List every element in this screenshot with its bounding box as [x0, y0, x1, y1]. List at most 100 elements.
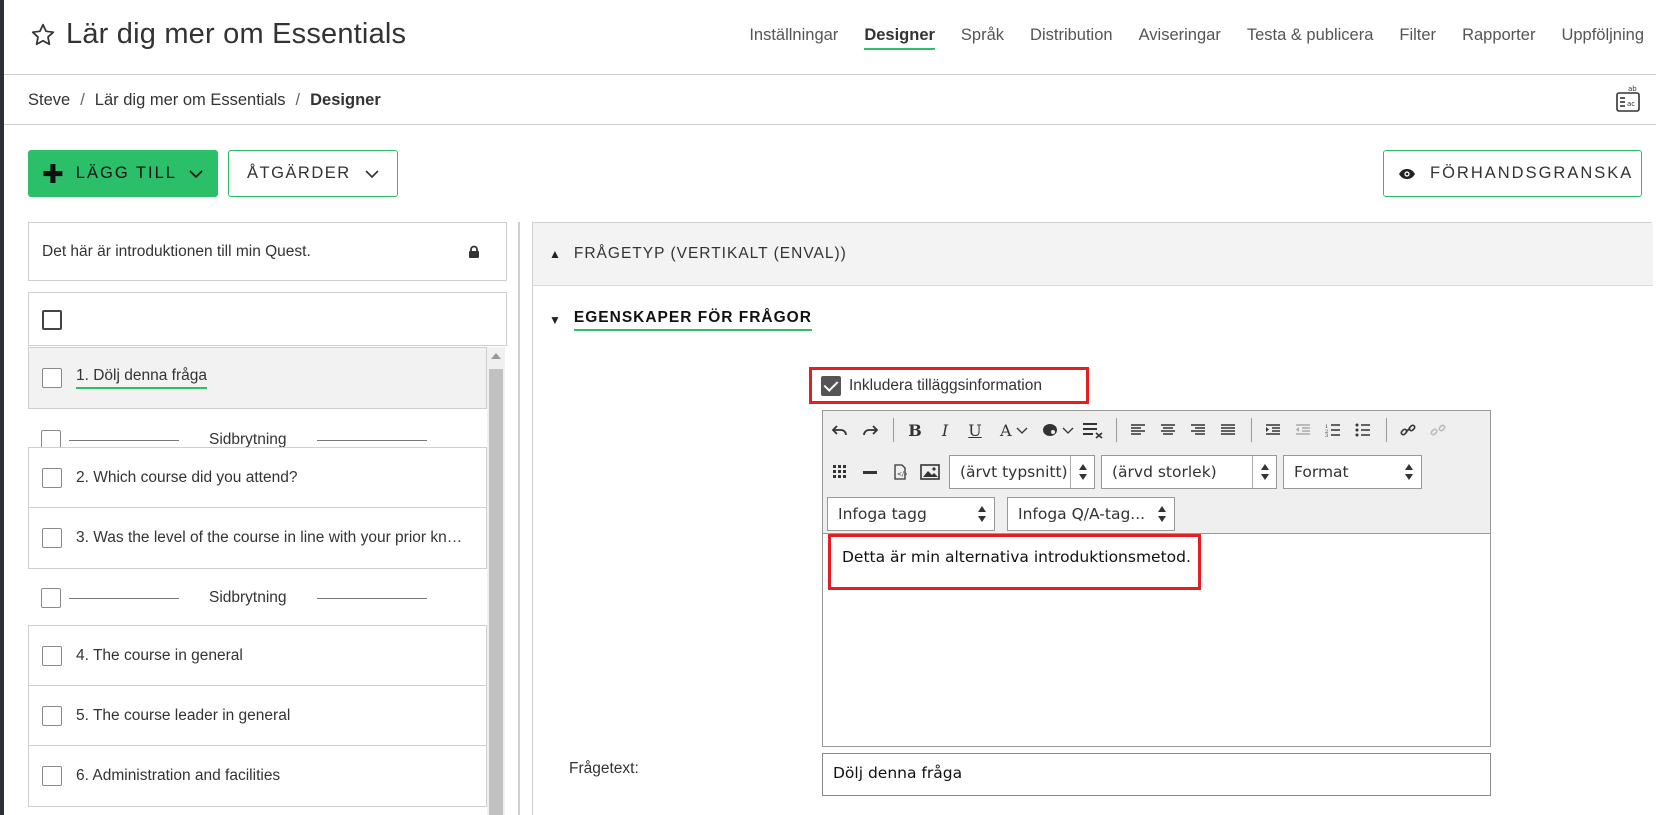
add-button-label: LÄGG TILL	[75, 164, 177, 182]
item-checkbox[interactable]	[42, 646, 62, 666]
item-checkbox[interactable]	[42, 706, 62, 726]
question-label: 5. The course leader in general	[76, 707, 291, 724]
panel-divider[interactable]	[518, 222, 520, 815]
toolbar-separator	[1385, 418, 1387, 442]
svg-text:</>: </>	[897, 471, 907, 478]
font-size-value: (ärvd storlek)	[1112, 463, 1217, 481]
toolbar-row-tags: Infoga tagg Infoga Q/A-tag...	[827, 497, 1181, 531]
item-checkbox[interactable]	[42, 528, 62, 548]
format-select[interactable]: Format	[1283, 455, 1422, 489]
table-icon[interactable]	[829, 460, 851, 484]
italic-icon[interactable]: I	[934, 418, 956, 442]
add-button[interactable]: ✚ LÄGG TILL	[28, 150, 218, 197]
align-right-icon[interactable]	[1187, 418, 1209, 442]
list-item[interactable]: 4. The course in general	[28, 625, 487, 687]
item-checkbox[interactable]	[41, 588, 61, 608]
question-label: 3. Was the level of the course in line w…	[76, 529, 464, 546]
nav-filter[interactable]: Filter	[1399, 26, 1436, 50]
spinner-arrows-icon	[1397, 456, 1421, 488]
align-left-icon[interactable]	[1127, 418, 1149, 442]
breadcrumb-separator: /	[295, 91, 301, 109]
chevron-down-icon	[365, 169, 379, 178]
eye-icon	[1399, 168, 1415, 179]
indent-icon[interactable]	[1262, 418, 1284, 442]
divider	[69, 439, 179, 441]
image-icon[interactable]	[919, 460, 941, 484]
item-checkbox[interactable]	[42, 468, 62, 488]
item-checkbox[interactable]	[42, 766, 62, 786]
page-break-row[interactable]: Sidbrytning	[28, 567, 487, 629]
redo-icon[interactable]	[859, 418, 881, 442]
item-checkbox[interactable]	[42, 368, 62, 388]
outdent-icon[interactable]	[1292, 418, 1314, 442]
include-extra-info-option[interactable]: Inkludera tilläggsinformation	[809, 367, 1089, 404]
font-family-value: (ärvt typsnitt)	[960, 463, 1068, 481]
nav-settings[interactable]: Inställningar	[749, 26, 838, 50]
insert-qa-tag-select[interactable]: Infoga Q/A-tag...	[1007, 497, 1175, 531]
font-size-select[interactable]: (ärvd storlek)	[1101, 455, 1277, 489]
bullet-list-icon[interactable]	[1352, 418, 1374, 442]
breadcrumb-item-user[interactable]: Steve	[28, 91, 70, 110]
font-color-icon[interactable]: A	[1000, 418, 1028, 442]
spellcheck-icon[interactable]: ab ac	[1614, 84, 1642, 114]
title-area: Lär dig mer om Essentials	[30, 18, 406, 51]
lock-icon	[469, 245, 479, 258]
breadcrumb: Steve / Lär dig mer om Essentials / Desi…	[28, 91, 381, 110]
scroll-thumb[interactable]	[489, 369, 503, 815]
numbered-list-icon[interactable]: 123	[1322, 418, 1344, 442]
breadcrumb-item-survey[interactable]: Lär dig mer om Essentials	[95, 91, 286, 110]
align-justify-icon[interactable]	[1217, 418, 1239, 442]
question-label: 6. Administration and facilities	[76, 767, 281, 784]
nav-notifications[interactable]: Aviseringar	[1139, 26, 1221, 50]
list-item[interactable]: 6. Administration and facilities	[28, 745, 487, 807]
editor-content-text[interactable]: Detta är min alternativa introduktionsme…	[828, 534, 1201, 590]
nav-reports[interactable]: Rapporter	[1462, 26, 1535, 50]
chevron-down-icon	[189, 169, 203, 178]
star-icon[interactable]	[30, 22, 56, 48]
unlink-icon[interactable]	[1427, 418, 1449, 442]
preview-button[interactable]: FÖRHANDSGRANSKA	[1383, 150, 1642, 197]
include-extra-info-checkbox[interactable]	[821, 375, 841, 396]
underline-icon[interactable]: U	[964, 418, 986, 442]
nav-followup[interactable]: Uppföljning	[1561, 26, 1644, 50]
list-item[interactable]: 1. Dölj denna fråga	[28, 347, 487, 409]
svg-text:ac: ac	[1627, 100, 1635, 108]
actions-button[interactable]: ÅTGÄRDER	[228, 150, 398, 197]
palette-icon[interactable]	[1042, 418, 1074, 442]
question-text-field[interactable]: Dölj denna fråga	[822, 753, 1491, 796]
question-properties-section-header[interactable]: ▼ EGENSKAPER FÖR FRÅGOR	[549, 309, 812, 331]
list-scrollbar[interactable]	[487, 347, 505, 815]
question-text-label: Frågetext:	[569, 760, 639, 777]
nav-test-publish[interactable]: Testa & publicera	[1247, 26, 1374, 50]
horizontal-rule-icon[interactable]	[859, 460, 881, 484]
select-all-checkbox[interactable]	[42, 310, 62, 330]
list-item[interactable]: 3. Was the level of the course in line w…	[28, 507, 487, 569]
page-title: Lär dig mer om Essentials	[66, 18, 407, 50]
nav-designer[interactable]: Designer	[864, 26, 935, 50]
align-center-icon[interactable]	[1157, 418, 1179, 442]
question-type-section-header[interactable]: ▲ FRÅGETYP (VERTIKALT (ENVAL))	[533, 223, 1653, 286]
html-source-icon[interactable]: </>	[889, 460, 911, 484]
spinner-arrows-icon	[1070, 456, 1094, 488]
intro-item[interactable]: Det här är introduktionen till min Quest…	[28, 222, 507, 281]
editor-content-area[interactable]: Detta är min alternativa introduktionsme…	[828, 534, 1485, 744]
svg-text:ab: ab	[1628, 85, 1637, 93]
clear-format-icon[interactable]	[1082, 418, 1104, 442]
list-item[interactable]: 5. The course leader in general	[28, 685, 487, 747]
top-nav: Inställningar Designer Språk Distributio…	[749, 26, 1644, 50]
svg-text:3: 3	[1325, 433, 1328, 437]
list-item[interactable]: 2. Which course did you attend?	[28, 447, 487, 509]
undo-icon[interactable]	[829, 418, 851, 442]
link-icon[interactable]	[1397, 418, 1419, 442]
scroll-up-arrow-icon[interactable]	[491, 353, 501, 359]
plus-icon: ✚	[42, 158, 64, 189]
rich-text-editor: B I U A 1 2 3 </> (ärvt typsnitt) (ärvd …	[822, 410, 1491, 747]
nav-distribution[interactable]: Distribution	[1030, 26, 1113, 50]
nav-language[interactable]: Språk	[961, 26, 1004, 50]
bold-icon[interactable]: B	[904, 418, 926, 442]
insert-tag-select[interactable]: Infoga tagg	[827, 497, 995, 531]
font-family-select[interactable]: (ärvt typsnitt)	[949, 455, 1095, 489]
actions-button-label: ÅTGÄRDER	[247, 164, 351, 182]
toolbar-separator	[1250, 418, 1252, 442]
question-list: 1. Dölj denna fråga Sidbrytning 2. Which…	[28, 347, 487, 815]
